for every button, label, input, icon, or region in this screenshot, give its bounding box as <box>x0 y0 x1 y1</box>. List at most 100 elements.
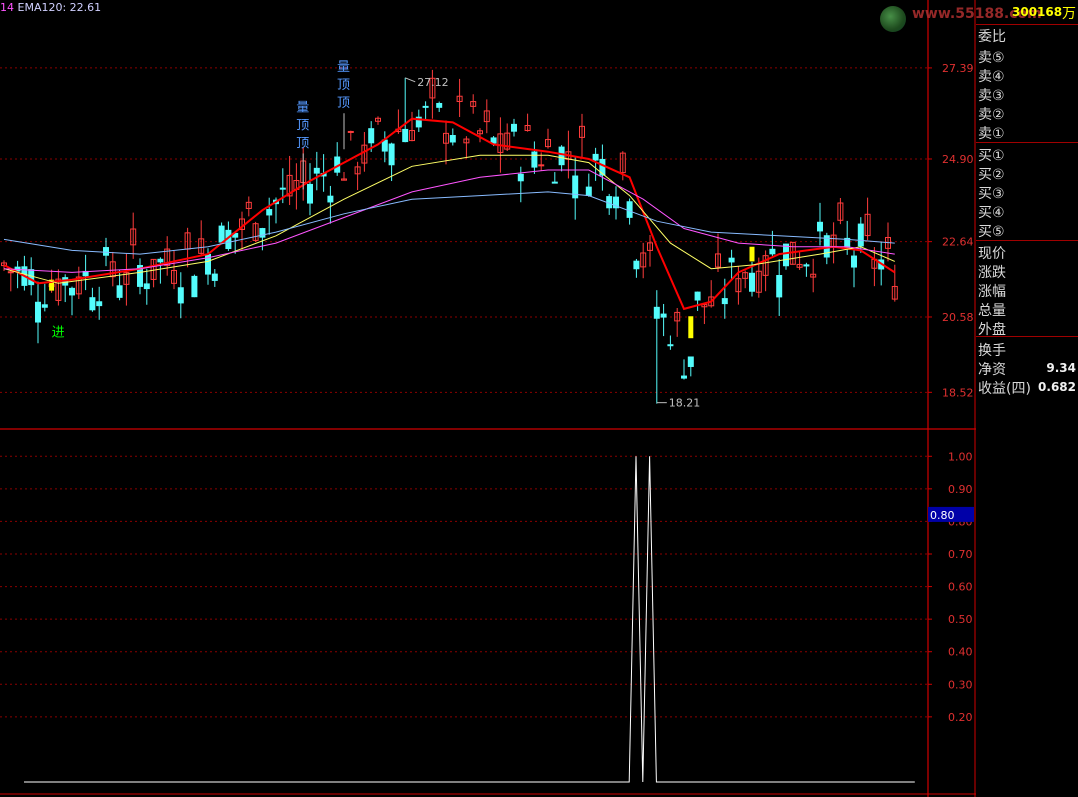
candle-body <box>626 201 633 218</box>
candle-body <box>368 128 375 144</box>
sidebar-label: 收益(四) <box>978 381 1031 397</box>
sidebar-label: 买② <box>978 167 1005 183</box>
candle-body <box>436 102 443 108</box>
sidebar-label: 买③ <box>978 186 1005 202</box>
indicator-ema120: EMA120: 22.61 <box>17 1 102 14</box>
candle-body <box>667 344 674 347</box>
main-tick-label: 20.58 <box>942 311 974 324</box>
candle-body <box>116 285 123 298</box>
quote-sidebar: 300168 万 委比 卖⑤ 卖④ 卖③ 卖② 卖① 买① 买② 买③ 买④ 买⑤ 现价 涨跌 涨幅 总量外… <box>976 0 1078 797</box>
sidebar-label: 换手 <box>978 343 1006 359</box>
candle-body <box>177 287 184 304</box>
high-label-arrow <box>405 77 416 83</box>
volume-top-label: 顶 <box>337 96 350 111</box>
candle-body <box>511 123 517 132</box>
candle-body <box>783 243 789 267</box>
candle-body <box>769 248 776 255</box>
candle-body <box>402 128 409 143</box>
sidebar-label: 买① <box>978 148 1005 164</box>
candle-body <box>558 146 565 166</box>
candle-body <box>681 375 687 379</box>
candle-body <box>313 167 320 174</box>
stock-name: 万 <box>1062 6 1076 22</box>
sub-tick-label: 0.70 <box>948 548 973 561</box>
candle-body <box>633 260 640 270</box>
candle-body <box>585 186 592 196</box>
sidebar-label: 涨幅 <box>978 284 1006 300</box>
candle-body <box>157 258 164 263</box>
main-tick-label: 22.64 <box>942 236 974 249</box>
sub-tick-label: 0.20 <box>948 711 973 724</box>
candle-body <box>41 304 48 308</box>
sub-tick-label: 0.60 <box>948 581 973 594</box>
candle-body <box>35 301 41 323</box>
sidebar-label: 卖① <box>978 126 1005 142</box>
watermark-logo-icon <box>880 6 906 32</box>
sub-tick-label: 0.30 <box>948 678 973 691</box>
sidebar-label: 卖② <box>978 107 1005 123</box>
candle-body <box>851 255 857 268</box>
volume-top-label: 量 <box>296 100 309 115</box>
sidebar-label: 委比 <box>978 29 1006 45</box>
volume-top-label: 顶 <box>296 136 309 151</box>
indicator-prefix: 14 <box>0 1 14 14</box>
candle-body <box>449 135 456 143</box>
candle-body <box>191 275 198 298</box>
candle-body <box>728 257 735 263</box>
candle-body <box>327 195 334 203</box>
current-value-label: 0.80 <box>930 509 955 522</box>
candle-body <box>687 356 694 367</box>
sidebar-value: 9.34 <box>1046 361 1076 375</box>
sub-tick-label: 0.50 <box>948 613 973 626</box>
candle-body <box>857 223 864 247</box>
high-price-label: 27.12 <box>417 76 449 89</box>
candle-body <box>69 287 75 296</box>
candle-body <box>721 298 728 305</box>
sidebar-label: 卖④ <box>978 69 1005 85</box>
candle-body <box>592 153 599 161</box>
candle-body <box>490 137 497 144</box>
sidebar-label: 总量 <box>978 303 1006 319</box>
sub-tick-label: 1.00 <box>948 450 973 463</box>
sidebar-label: 涨跌 <box>978 265 1006 281</box>
candle-body <box>817 221 823 232</box>
moving-average-line <box>3 154 895 284</box>
kline-chart[interactable]: 27.39 24.90 22.64 20.58 18.52 1.00 0.90 0.80 0.7… <box>0 0 976 797</box>
candle-body <box>538 164 545 167</box>
indicator-header: 14 EMA120: 22.61 <box>0 1 101 14</box>
candle-body <box>749 272 755 292</box>
sub-tick-label: 0.90 <box>948 483 973 496</box>
candle-body <box>28 269 35 286</box>
sidebar-value: 0.682 <box>1038 380 1076 394</box>
main-tick-label: 27.39 <box>942 62 974 75</box>
candle-body <box>103 247 109 256</box>
enter-signal-label: 进 <box>52 326 65 341</box>
sidebar-label: 净资 <box>978 362 1006 378</box>
main-tick-label: 18.52 <box>942 386 974 399</box>
sidebar-label: 外盘 <box>978 322 1006 338</box>
sidebar-separator <box>976 24 1078 25</box>
candle-body <box>307 183 313 204</box>
candle-body <box>422 105 429 108</box>
candle-body <box>776 275 783 298</box>
candle-body <box>517 173 524 182</box>
candle-body <box>218 225 225 243</box>
candle-body <box>551 181 558 184</box>
candle-body <box>89 297 96 311</box>
signal-candle <box>749 246 755 262</box>
sidebar-label: 卖⑤ <box>978 50 1005 66</box>
sidebar-label: 买⑤ <box>978 224 1005 240</box>
candle-body <box>531 151 538 168</box>
stock-code[interactable]: 300168 <box>1012 5 1062 19</box>
candle-body <box>279 187 286 190</box>
candle-body <box>803 264 810 267</box>
sidebar-label: 现价 <box>978 246 1006 262</box>
moving-average-line <box>3 169 895 273</box>
candle-body <box>143 283 150 290</box>
candle-body <box>388 143 395 166</box>
volume-top-label: 量 <box>337 60 350 75</box>
candle-body <box>694 291 701 301</box>
volume-top-label: 顶 <box>296 118 309 133</box>
sub-tick-label: 0.40 <box>948 646 973 659</box>
candle-body <box>347 130 354 133</box>
